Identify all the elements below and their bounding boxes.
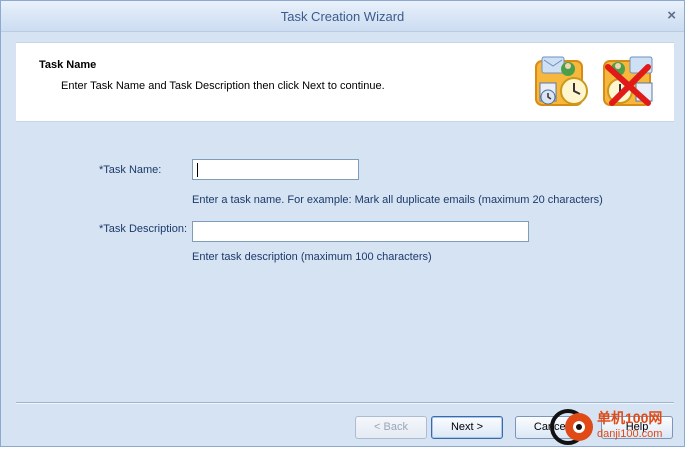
header-icon-group [534, 47, 664, 119]
task-name-hint: Enter a task name. For example: Mark all… [192, 194, 603, 206]
task-delete-icon [603, 56, 653, 106]
back-button[interactable]: < Back [355, 416, 427, 439]
footer-divider [16, 402, 674, 404]
site-watermark: 单机100网 danji100.com [541, 406, 685, 448]
header-title: Task Name [39, 59, 97, 71]
watermark-text: 单机100网 [597, 410, 663, 426]
watermark-logo-icon [550, 409, 593, 445]
next-button[interactable]: Next > [431, 416, 503, 439]
wizard-header: Task Name Enter Task Name and Task Descr… [16, 42, 674, 122]
task-description-label: *Task Description: [99, 223, 188, 235]
close-icon[interactable]: × [667, 7, 676, 24]
task-description-input[interactable] [192, 221, 529, 242]
task-schedule-icon [535, 56, 588, 106]
text-caret [197, 163, 198, 177]
title-bar: Task Creation Wizard × [1, 1, 684, 32]
watermark-url: danji100.com [597, 428, 663, 440]
wizard-window: Task Creation Wizard × Task Name Enter T… [0, 0, 685, 447]
task-name-input[interactable] [192, 159, 359, 180]
window-title: Task Creation Wizard [280, 9, 405, 24]
task-name-label: *Task Name: [99, 164, 162, 176]
header-subtitle: Enter Task Name and Task Description the… [61, 80, 385, 92]
task-description-hint: Enter task description (maximum 100 char… [192, 251, 432, 263]
